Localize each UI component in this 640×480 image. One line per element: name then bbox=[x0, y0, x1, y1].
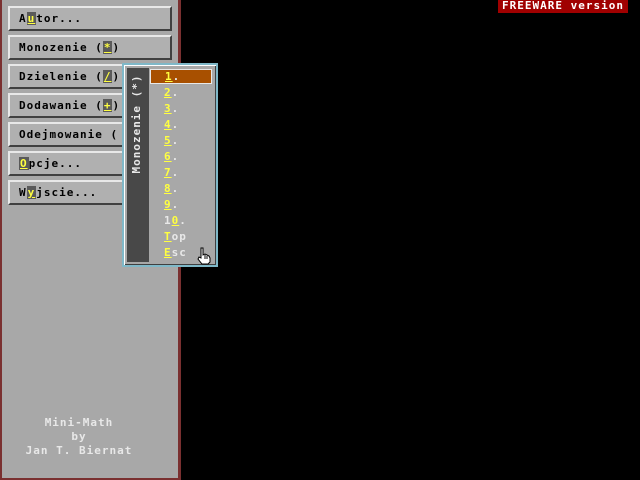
menu-label-post: pcje... bbox=[28, 157, 82, 170]
submenu-item-3[interactable]: 3. bbox=[150, 101, 212, 116]
item-post: . bbox=[171, 134, 180, 147]
submenu-title-bar: Monozenie (*) bbox=[127, 68, 149, 262]
item-post: . bbox=[171, 86, 180, 99]
menu-label-pre: W bbox=[19, 186, 27, 199]
item-hotkey: 3 bbox=[164, 102, 172, 115]
item-hotkey: 5 bbox=[164, 134, 172, 147]
item-post: . bbox=[171, 182, 180, 195]
submenu-item-1[interactable]: 1. bbox=[150, 69, 212, 84]
item-post: op bbox=[171, 230, 187, 243]
item-hotkey: T bbox=[164, 230, 172, 243]
freeware-badge: FREEWARE version bbox=[498, 0, 628, 13]
menu-label-pre: Dodawanie ( bbox=[19, 99, 103, 112]
item-hotkey: E bbox=[164, 246, 172, 259]
menu-hotkey: O bbox=[19, 157, 29, 170]
item-post: . bbox=[171, 198, 180, 211]
menu-label-pre: Monozenie ( bbox=[19, 41, 103, 54]
item-hotkey: 2 bbox=[164, 86, 172, 99]
item-hotkey: 4 bbox=[164, 118, 172, 131]
menu-label-pre: Dzielenie ( bbox=[19, 70, 103, 83]
submenu-item-top[interactable]: Top bbox=[150, 229, 212, 244]
menu-label-pre: Odejmowanie ( bbox=[19, 128, 119, 141]
menu-label-post: ) bbox=[112, 70, 121, 83]
item-post: . bbox=[171, 118, 180, 131]
item-post: . bbox=[171, 102, 180, 115]
item-post: . bbox=[171, 150, 180, 163]
item-post: . bbox=[172, 70, 181, 83]
submenu-title: Monozenie (*) bbox=[130, 74, 143, 174]
item-hotkey: 6 bbox=[164, 150, 172, 163]
item-post: . bbox=[179, 214, 187, 227]
menu-hotkey: u bbox=[26, 12, 37, 25]
item-pre: 1 bbox=[164, 214, 172, 227]
credits-author: Jan T. Biernat bbox=[25, 444, 133, 457]
menu-item-autor[interactable]: Autor... bbox=[8, 6, 172, 31]
menu-item-monozenie[interactable]: Monozenie (*) bbox=[8, 35, 172, 60]
menu-label-post: tor... bbox=[36, 12, 82, 25]
menu-label-post: ) bbox=[112, 41, 121, 54]
submenu-item-5[interactable]: 5. bbox=[150, 133, 212, 148]
submenu-item-7[interactable]: 7. bbox=[150, 165, 212, 180]
item-hotkey: 9 bbox=[164, 198, 172, 211]
item-post: . bbox=[171, 166, 180, 179]
menu-label-post: ) bbox=[112, 99, 121, 112]
submenu-item-4[interactable]: 4. bbox=[150, 117, 212, 132]
submenu-item-6[interactable]: 6. bbox=[150, 149, 212, 164]
menu-label-post: jscie... bbox=[36, 186, 98, 199]
multiplication-submenu: Monozenie (*) 1. 2. 3. 4. 5. 6. 7. 8. 9.… bbox=[122, 63, 218, 267]
credits-app-name: Mini-Math bbox=[44, 416, 114, 429]
submenu-item-9[interactable]: 9. bbox=[150, 197, 212, 212]
item-hotkey: 7 bbox=[164, 166, 172, 179]
menu-hotkey: y bbox=[26, 186, 37, 199]
submenu-item-8[interactable]: 8. bbox=[150, 181, 212, 196]
item-hotkey: 1 bbox=[165, 70, 173, 83]
credits: Mini-Math by Jan T. Biernat bbox=[14, 416, 144, 458]
item-hotkey: 8 bbox=[164, 182, 172, 195]
submenu-item-2[interactable]: 2. bbox=[150, 85, 212, 100]
hand-pointer-icon bbox=[197, 247, 211, 265]
menu-label-pre: A bbox=[19, 12, 27, 25]
credits-by: by bbox=[71, 430, 87, 443]
submenu-item-10[interactable]: 10. bbox=[150, 213, 212, 228]
item-post: sc bbox=[171, 246, 187, 259]
